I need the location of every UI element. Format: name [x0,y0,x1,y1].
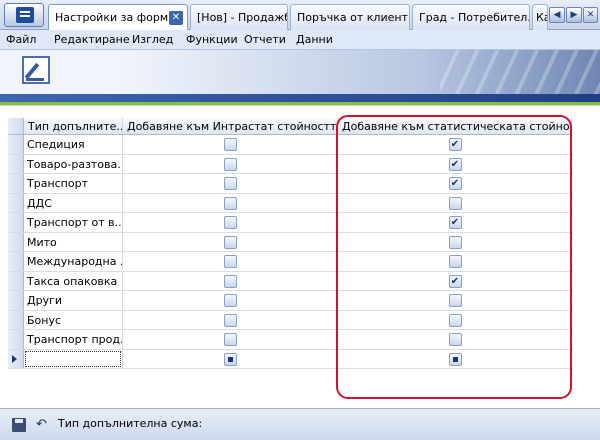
cell-type[interactable]: Мито [24,232,123,251]
row-selector[interactable] [8,213,24,232]
intrastat-checkbox[interactable] [224,274,237,288]
cell-intrastat[interactable] [123,232,338,251]
tab-label: Ка [536,11,547,24]
intrastat-checkbox[interactable] [224,196,237,210]
tab-client-order[interactable]: Поръчка от клиент... [290,4,410,30]
column-header-intrastat[interactable]: Добавяне към Интрастат стойността [123,118,338,134]
header-banner [0,50,600,100]
new-type-input[interactable] [25,350,121,367]
row-selector[interactable] [8,310,24,329]
cell-intrastat[interactable] [123,291,338,310]
cell-type[interactable]: Товаро-разтова... [24,154,123,173]
menu-file[interactable]: Файл [6,33,36,46]
cell-type[interactable]: Спедиция [24,135,123,154]
intrastat-checkbox[interactable] [224,157,237,171]
menu-edit[interactable]: Редактиране [54,33,130,46]
row-selector[interactable] [8,271,24,290]
tab-label: Град - Потребител... [419,11,530,24]
tab-new-sale[interactable]: [Нов] - Продажба [190,4,288,30]
keyboard-image [440,50,600,94]
intrastat-checkbox[interactable] [224,294,237,308]
row-selector[interactable] [8,291,24,310]
undo-icon[interactable]: ↶ [36,418,50,432]
cell-type[interactable]: Транспорт [24,174,123,193]
tab-label: Настройки за форм... [55,11,179,24]
cell-type[interactable]: Бонус [24,310,123,329]
close-window-icon[interactable]: ✕ [583,7,598,23]
menu-functions[interactable]: Функции [186,33,238,46]
edit-pencil-icon [22,56,50,84]
row-selector[interactable] [8,174,24,193]
menu-reports[interactable]: Отчети [244,33,286,46]
menu-bar: Файл Редактиране Изглед Функции Отчети Д… [0,30,600,50]
intrastat-checkbox[interactable] [224,313,237,327]
cell-intrastat[interactable] [123,330,338,349]
cell-intrastat[interactable] [123,154,338,173]
cell-intrastat[interactable] [123,271,338,290]
cell-type[interactable]: Такса опаковка [24,271,123,290]
cell-type[interactable]: Други [24,291,123,310]
column-header-type[interactable]: Тип допълните... [24,118,123,134]
row-selector[interactable] [8,252,24,271]
tab-label: Поръчка от клиент... [297,11,410,24]
cell-intrastat[interactable] [123,252,338,271]
menu-data[interactable]: Данни [296,33,333,46]
menu-view[interactable]: Изглед [132,33,173,46]
tab-label: [Нов] - Продажба [197,11,288,24]
tab-settings[interactable]: Настройки за форм... ✕ [48,4,188,30]
row-selector[interactable] [8,154,24,173]
status-bar: ↶ Тип допълнителна сума: [0,408,600,440]
cell-intrastat[interactable] [123,213,338,232]
current-row-arrow-icon [12,354,17,363]
tab-overflow[interactable]: Ка [532,4,548,30]
close-icon[interactable]: ✕ [169,11,183,25]
row-selector[interactable] [8,193,24,212]
tab-city-consumer[interactable]: Град - Потребител... [412,4,530,30]
intrastat-checkbox-indeterminate[interactable] [224,352,237,366]
chevron-right-icon[interactable]: ▶ [566,7,582,23]
intrastat-checkbox[interactable] [224,255,237,269]
save-icon[interactable] [12,418,26,432]
tab-strip: Настройки за форм... ✕ [Нов] - Продажба … [0,0,600,30]
intrastat-checkbox[interactable] [224,177,237,191]
cell-type[interactable]: Транспорт от в... [24,213,123,232]
intrastat-checkbox[interactable] [224,235,237,249]
cell-type[interactable]: Транспорт прод... [24,330,123,349]
cell-intrastat[interactable] [123,193,338,212]
cell-intrastat[interactable] [123,174,338,193]
cell-intrastat-new[interactable] [123,349,338,368]
app-menu-icon [16,7,34,23]
intrastat-checkbox[interactable] [224,333,237,347]
cell-type[interactable]: Международна ... [24,252,123,271]
banner-stripe [0,94,600,102]
cell-intrastat[interactable] [123,310,338,329]
cell-type-new[interactable] [24,349,123,368]
cell-intrastat[interactable] [123,135,338,154]
highlight-frame [336,115,572,399]
row-selector[interactable] [8,232,24,251]
row-selector[interactable] [8,330,24,349]
app-menu-button[interactable] [4,3,44,27]
intrastat-checkbox[interactable] [224,216,237,230]
cell-type[interactable]: ДДС [24,193,123,212]
row-selector[interactable] [8,349,24,368]
chevron-left-icon[interactable]: ◀ [549,7,565,23]
status-field-label: Тип допълнителна сума: [58,417,203,430]
row-selector[interactable] [8,135,24,154]
intrastat-checkbox[interactable] [224,138,237,152]
row-selector-header [8,118,24,134]
